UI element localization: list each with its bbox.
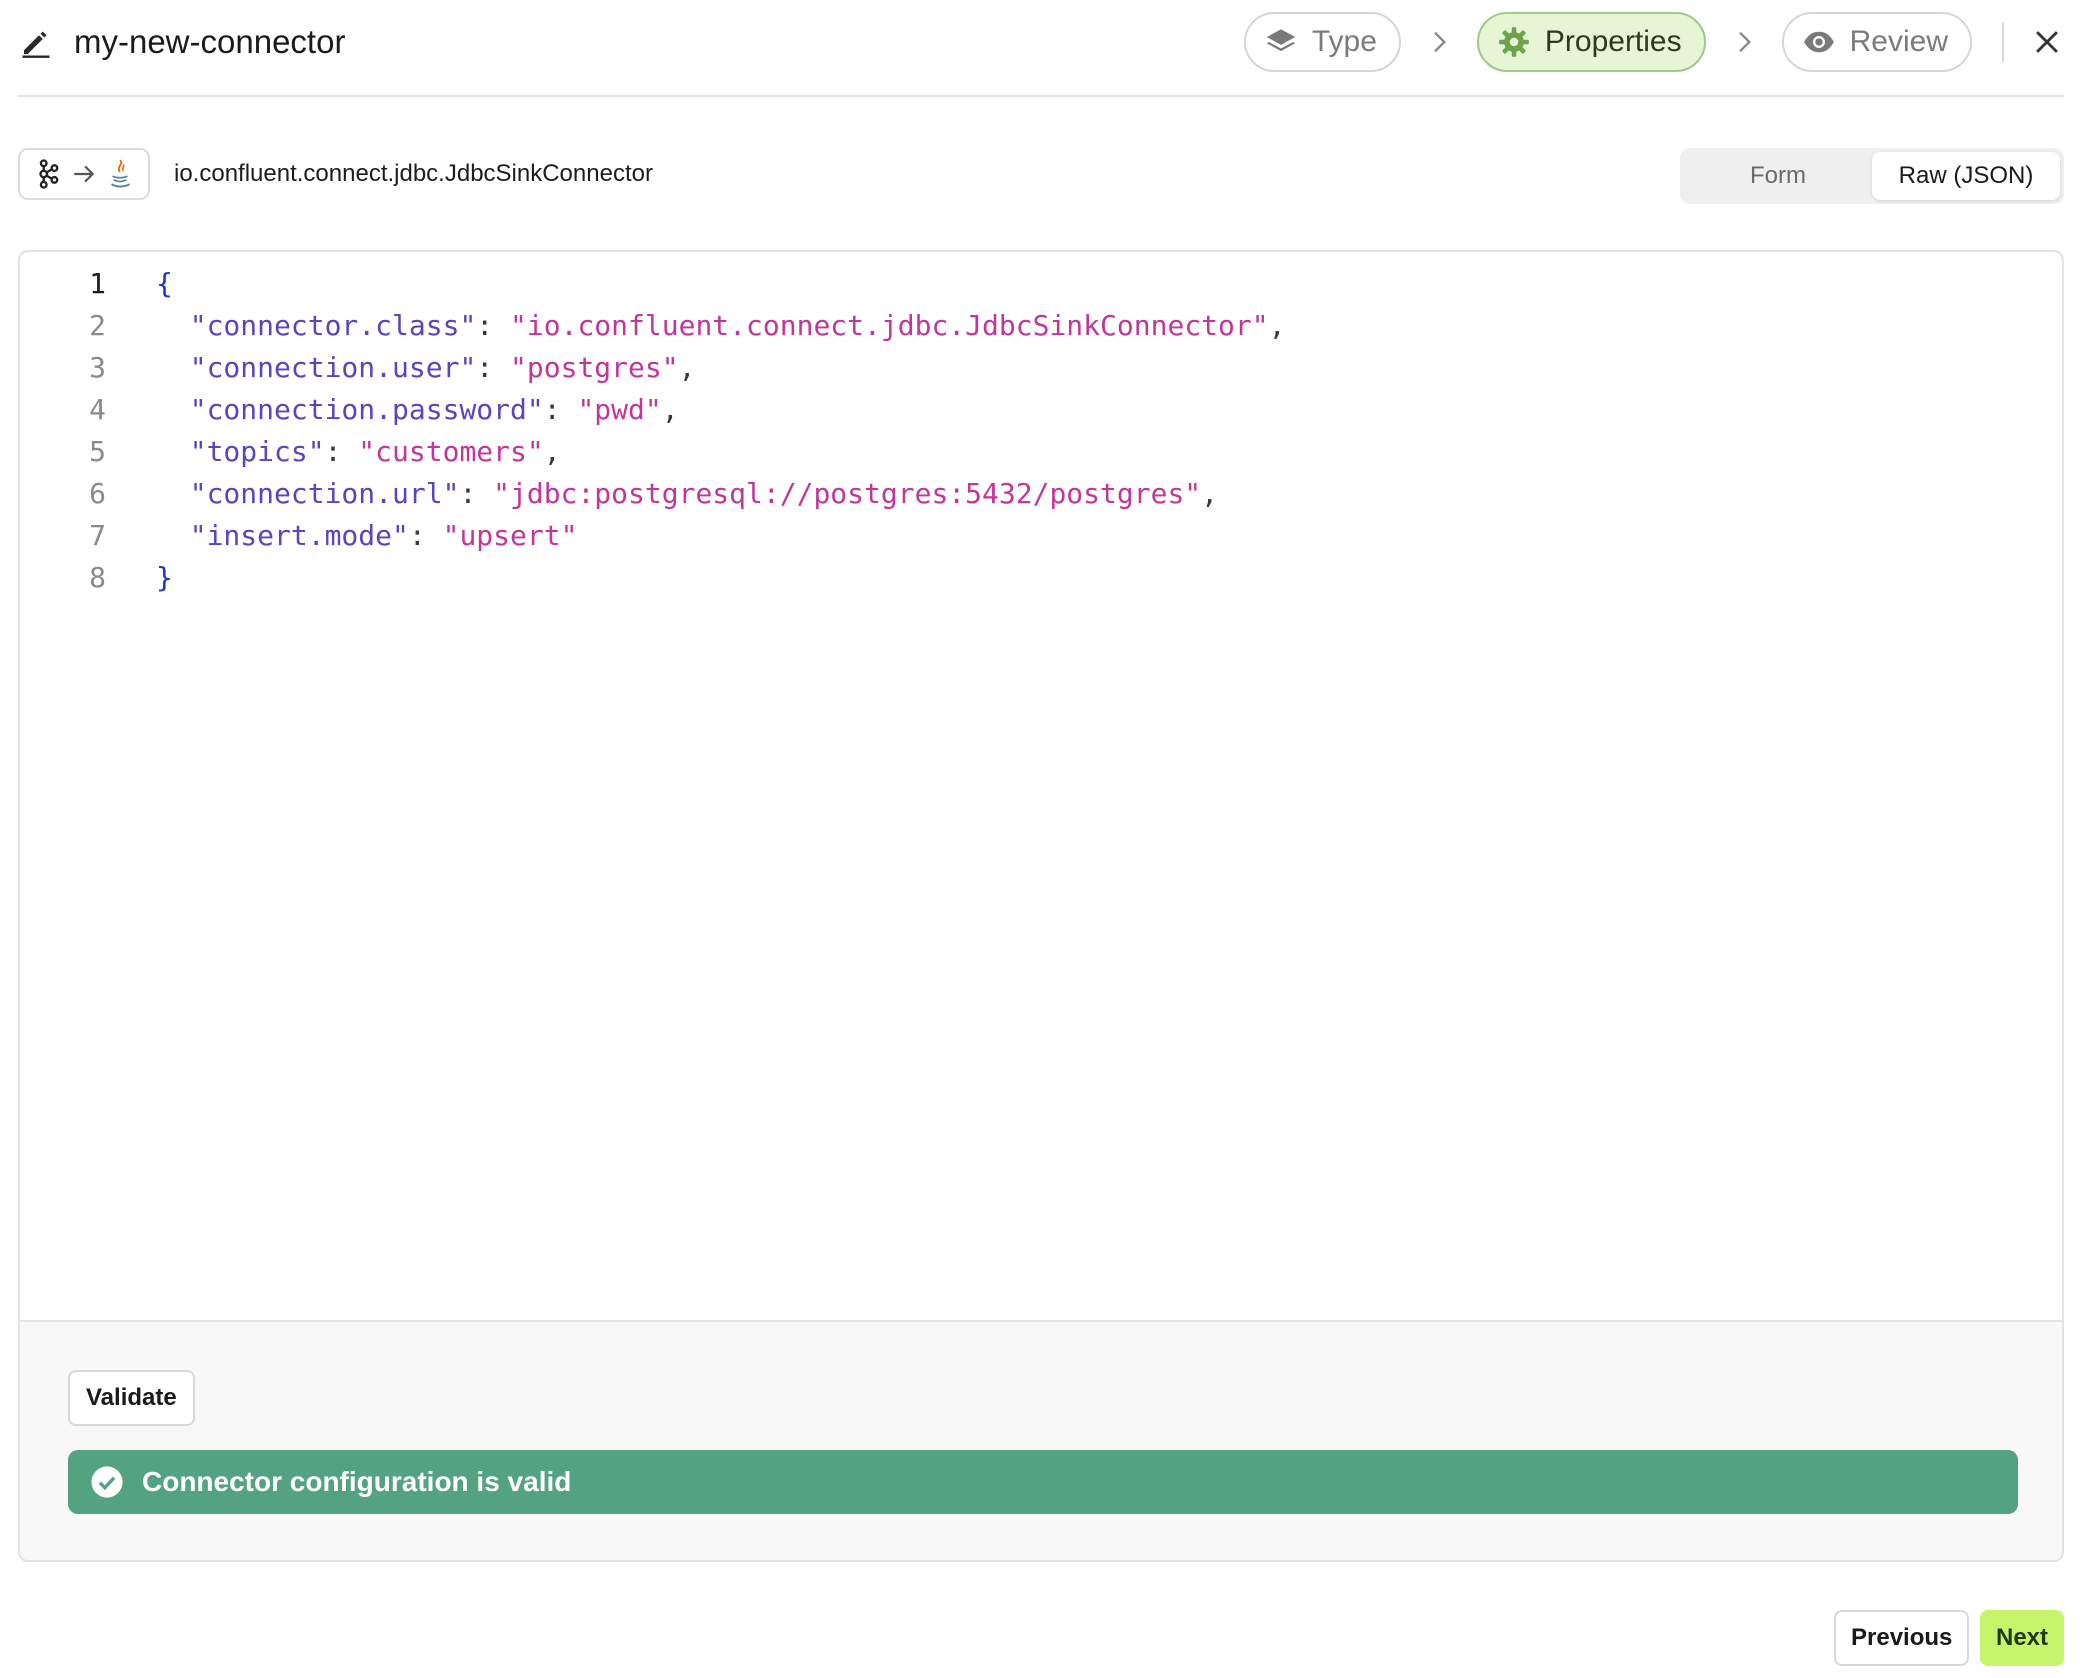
json-key: "connection.user" [189, 350, 477, 384]
code-line: 6 "connection.url": "jdbc:postgresql://p… [20, 472, 2062, 514]
previous-button[interactable]: Previous [1834, 1610, 1970, 1666]
validate-button[interactable]: Validate [68, 1370, 195, 1426]
line-number: 8 [89, 560, 106, 594]
kafka-icon [39, 159, 59, 189]
close-icon[interactable] [2030, 25, 2064, 59]
line-number: 7 [89, 518, 106, 552]
step-properties-label: Properties [1544, 25, 1682, 58]
json-comma: , [1201, 476, 1219, 510]
step-review-label: Review [1849, 25, 1948, 58]
tab-raw-json[interactable]: Raw (JSON) [1872, 152, 2060, 200]
json-comma: , [678, 350, 696, 384]
validation-footer: Validate Connector configuration is vali… [20, 1320, 2062, 1560]
json-comma: , [661, 392, 679, 426]
json-key: "connector.class" [189, 308, 477, 342]
json-value: "pwd" [577, 392, 662, 426]
step-review[interactable]: Review [1781, 12, 1972, 72]
connector-type-badge [18, 148, 150, 200]
json-value: "io.confluent.connect.jdbc.JdbcSinkConne… [510, 308, 1269, 342]
code-line: 3 "connection.user": "postgres", [20, 346, 2062, 388]
chevron-right-icon [1738, 31, 1751, 53]
code-line: 4 "connection.password": "pwd", [20, 388, 2062, 430]
line-number: 5 [89, 434, 106, 468]
view-mode-toggle: Form Raw (JSON) [1680, 148, 2064, 204]
java-icon [110, 159, 131, 188]
connector-name-area[interactable]: my-new-connector [18, 22, 345, 62]
arrow-right-icon [74, 165, 95, 183]
json-comma: , [1268, 308, 1286, 342]
connector-class-name: io.confluent.connect.jdbc.JdbcSinkConnec… [174, 160, 653, 187]
validation-message: Connector configuration is valid [142, 1466, 572, 1497]
chevron-right-icon [1434, 31, 1446, 53]
check-circle-icon [91, 1466, 123, 1498]
json-value: "postgres" [510, 350, 679, 384]
next-button[interactable]: Next [1980, 1610, 2065, 1666]
eye-icon [1803, 31, 1834, 53]
code-line: 8 } [20, 556, 2062, 598]
json-value: "jdbc:postgresql://postgres:5432/postgre… [493, 476, 1202, 510]
code-line: 7 "insert.mode": "upsert" [20, 514, 2062, 556]
json-value: "customers" [358, 434, 544, 468]
line-number: 3 [89, 350, 106, 384]
validation-success-alert: Connector configuration is valid [68, 1450, 2018, 1514]
code-line: 1 { [20, 262, 2062, 304]
json-brace: } [156, 560, 173, 594]
tab-form[interactable]: Form [1684, 152, 1872, 200]
pencil-icon[interactable] [18, 24, 54, 60]
json-key: "connection.password" [189, 392, 544, 426]
json-brace: { [156, 266, 173, 300]
line-number: 1 [89, 266, 106, 300]
json-comma: , [543, 434, 561, 468]
code-line: 5 "topics": "customers", [20, 430, 2062, 472]
config-panel: 1 { 2 "connector.class": "io.confluent.c… [18, 250, 2064, 1562]
json-key: "connection.url" [189, 476, 460, 510]
line-number: 2 [89, 308, 106, 342]
code-line: 2 "connector.class": "io.confluent.conne… [20, 304, 2062, 346]
wizard-header: my-new-connector Type Properties Review [18, 0, 2064, 97]
layers-icon [1266, 29, 1296, 52]
step-type-label: Type [1311, 25, 1377, 58]
line-number: 4 [89, 392, 106, 426]
step-properties[interactable]: Properties [1476, 12, 1706, 72]
json-value: "upsert" [442, 518, 578, 552]
wizard-stepper: Type Properties Review [1243, 12, 2064, 72]
header-divider [2002, 22, 2004, 62]
step-type[interactable]: Type [1243, 12, 1401, 72]
connector-class-row: io.confluent.connect.jdbc.JdbcSinkConnec… [18, 148, 2064, 204]
connector-name[interactable]: my-new-connector [74, 23, 345, 61]
json-key: "insert.mode" [189, 518, 409, 552]
json-key: "topics" [189, 434, 325, 468]
json-editor[interactable]: 1 { 2 "connector.class": "io.confluent.c… [20, 252, 2062, 1320]
gear-icon [1499, 27, 1529, 57]
line-number: 6 [89, 476, 106, 510]
